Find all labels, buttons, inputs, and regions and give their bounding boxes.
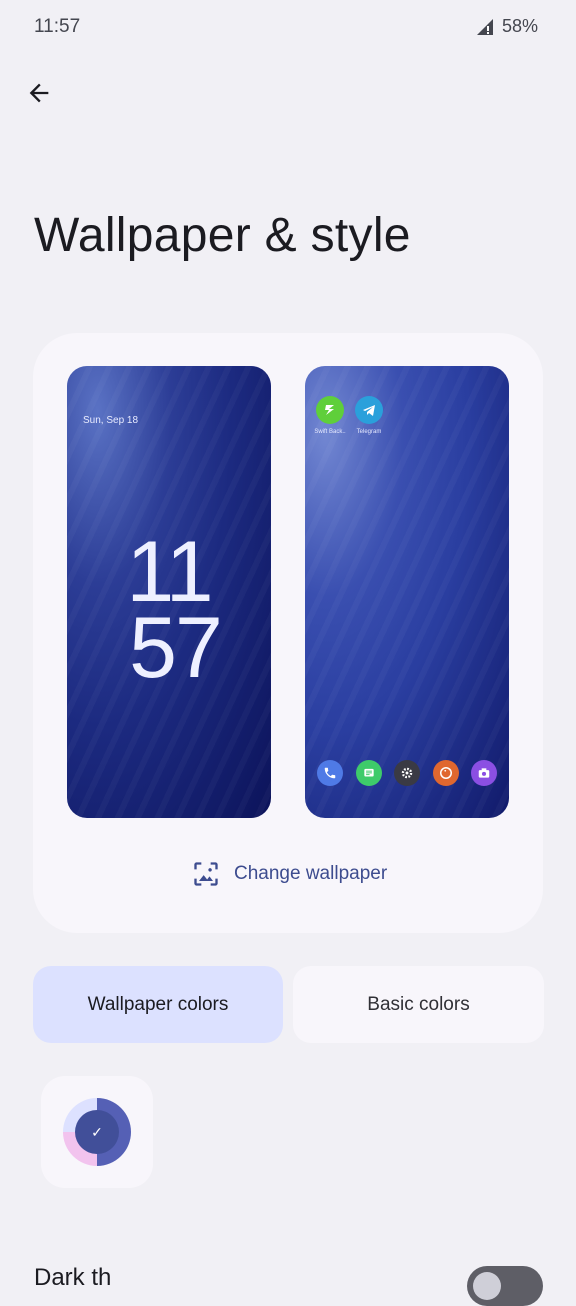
dark-theme-toggle[interactable]: [467, 1266, 543, 1306]
phone-icon: [317, 760, 343, 786]
page-title: Wallpaper & style: [34, 209, 411, 262]
lock-clock-hour: 11: [126, 524, 213, 620]
color-option-swatch[interactable]: ✓: [41, 1076, 153, 1188]
change-wallpaper-label: Change wallpaper: [234, 863, 388, 884]
back-button[interactable]: [20, 74, 58, 112]
messages-icon: [355, 760, 382, 786]
change-wallpaper-button[interactable]: Change wallpaper: [192, 860, 387, 888]
toggle-knob: [473, 1272, 501, 1300]
dark-theme-label: Dark th: [34, 1264, 112, 1291]
swift-backup-icon: [316, 396, 344, 424]
swatch-palette: ✓: [63, 1098, 131, 1166]
lock-date: Sun, Sep 18: [83, 415, 139, 426]
arrow-back-icon: [29, 83, 49, 103]
home-app-swift-backup: Swift Back..: [310, 396, 350, 435]
settings-icon: [394, 760, 420, 786]
signal-icon: [476, 18, 493, 35]
home-app-label: Swift Back..: [314, 429, 346, 435]
home-screen-preview[interactable]: Swift Back.. Telegram: [305, 366, 509, 818]
duckduckgo-icon: [432, 760, 459, 786]
tab-wallpaper-colors[interactable]: Wallpaper colors: [33, 966, 283, 1043]
check-icon: ✓: [75, 1110, 119, 1154]
home-dock: [317, 760, 497, 786]
lock-clock-minute: 57: [129, 600, 223, 696]
status-bar: 11:57 58%: [0, 0, 576, 56]
color-tabs: Wallpaper colors Basic colors: [33, 966, 544, 1043]
lock-screen-preview[interactable]: Sun, Sep 18 11 57: [67, 366, 271, 818]
home-app-label: Telegram: [356, 429, 382, 435]
wallpaper-preview-card: Sun, Sep 18 11 57 Swift Back.. Telegram: [33, 333, 543, 933]
status-time: 11:57: [34, 16, 81, 37]
wallpaper-icon: [194, 862, 218, 886]
camera-icon: [471, 760, 497, 786]
battery-percent: 58%: [501, 16, 538, 36]
home-app-telegram: Telegram: [349, 396, 389, 435]
tab-basic-colors[interactable]: Basic colors: [293, 966, 544, 1043]
status-indicators: 58%: [476, 16, 538, 37]
telegram-icon: [355, 396, 383, 424]
